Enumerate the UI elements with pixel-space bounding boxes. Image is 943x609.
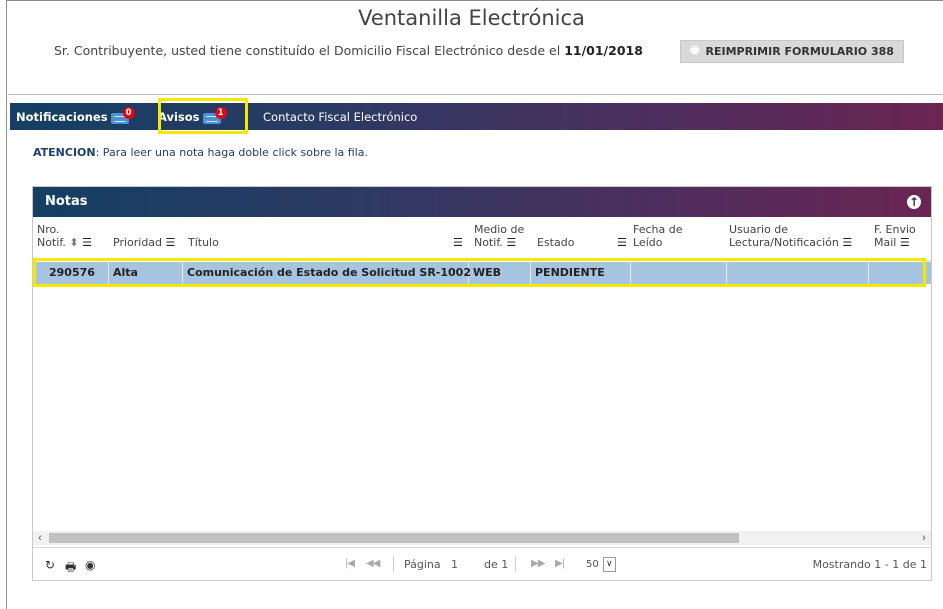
prev-page-icon[interactable]: ◀◀ <box>366 558 380 569</box>
tab-bar: Notificaciones 0 Avisos 1 Contacto Fisca… <box>10 103 943 130</box>
grid-caption: Notas ↑ <box>33 187 931 217</box>
sort-icon[interactable]: ⬍ <box>69 236 78 249</box>
column-header-prioridad[interactable]: Prioridad ☰ <box>113 223 175 249</box>
column-header-medio[interactable]: Medio de Notif. ☰ <box>474 223 524 249</box>
column-menu-icon[interactable]: ☰ <box>617 236 627 249</box>
chevron-down-icon: ∨ <box>602 557 616 572</box>
column-menu-icon[interactable]: ☰ <box>900 236 910 249</box>
fiscal-domicile-text: Sr. Contribuyente, usted tiene constituí… <box>54 43 643 58</box>
reprint-button-label: REIMPRIMIR FORMULARIO 388 <box>705 45 894 58</box>
tab-contacto-fiscal[interactable]: Contacto Fiscal Electrónico <box>263 103 417 130</box>
scroll-right-icon[interactable]: › <box>917 531 931 545</box>
page-number-input[interactable] <box>451 556 481 573</box>
column-menu-icon[interactable]: ☰ <box>842 236 852 249</box>
tab-label: Notificaciones <box>16 109 108 124</box>
avisos-tab-highlight <box>158 98 248 134</box>
page-of-label: de 1 <box>484 558 509 571</box>
subtitle-prefix: Sr. Contribuyente, usted tiene constituí… <box>54 43 561 58</box>
pager: ↻ 🖶 ◉ |◀ ◀◀ Página de 1 ▶▶ ▶| 50∨ Mostra… <box>33 547 931 581</box>
grid-title: Notas <box>45 194 88 209</box>
page-title: Ventanilla Electrónica <box>358 6 585 30</box>
column-header-estado[interactable]: Estado <box>537 223 574 249</box>
attention-text: : Para leer una nota haga doble click so… <box>95 146 369 159</box>
column-header-fecha[interactable]: Fecha de Leído <box>633 223 683 249</box>
column-menu-icon[interactable]: ☰ <box>82 236 92 249</box>
first-page-icon[interactable]: |◀ <box>345 558 355 569</box>
page-label: Página <box>404 558 441 571</box>
attention-notice: ATENCION: Para leer una nota haga doble … <box>33 146 368 159</box>
subtitle-date: 11/01/2018 <box>564 43 643 58</box>
records-status: Mostrando 1 - 1 de 1 <box>812 558 927 571</box>
header-divider <box>8 94 943 95</box>
tab-notificaciones[interactable]: Notificaciones 0 <box>16 103 135 130</box>
grid-header: Nro. Notif. ⬍ ☰ Prioridad ☰ Título ☰ Med… <box>33 217 931 261</box>
view-icon[interactable]: ◉ <box>85 558 95 572</box>
last-page-icon[interactable]: ▶| <box>555 558 565 569</box>
print-icon[interactable]: 🖶 <box>65 558 76 579</box>
column-menu-icon[interactable]: ☰ <box>453 236 463 249</box>
column-header-nro[interactable]: Nro. Notif. ⬍ ☰ <box>37 223 92 249</box>
refresh-icon[interactable]: ↻ <box>45 558 55 572</box>
notification-count-badge: 0 <box>122 106 135 119</box>
column-header-titulo[interactable]: Título <box>188 223 219 249</box>
column-header-usuario[interactable]: Usuario de Lectura/Notificación ☰ <box>729 223 852 249</box>
horizontal-scrollbar[interactable]: ‹ › <box>33 531 931 545</box>
column-menu-icon[interactable]: ☰ <box>166 236 176 249</box>
rows-per-page-select[interactable]: 50 ∨ <box>586 556 622 573</box>
scrollbar-thumb[interactable] <box>49 533 739 543</box>
next-page-icon[interactable]: ▶▶ <box>531 558 545 569</box>
column-header-envio[interactable]: F. Envio Mail ☰ <box>874 223 916 249</box>
printer-icon: 🖶 <box>690 45 700 56</box>
notes-grid: Notas ↑ Nro. Notif. ⬍ ☰ Prioridad ☰ Títu… <box>32 186 932 581</box>
attention-label: ATENCION <box>33 146 96 159</box>
chat-bubble-icon: 0 <box>110 106 135 124</box>
expand-plus-icon[interactable]: ↑ <box>907 195 921 209</box>
scroll-left-icon[interactable]: ‹ <box>33 531 47 545</box>
row-highlight <box>33 258 926 287</box>
column-menu-icon[interactable]: ☰ <box>506 236 516 249</box>
reprint-form-button[interactable]: 🖶 REIMPRIMIR FORMULARIO 388 <box>680 40 904 63</box>
